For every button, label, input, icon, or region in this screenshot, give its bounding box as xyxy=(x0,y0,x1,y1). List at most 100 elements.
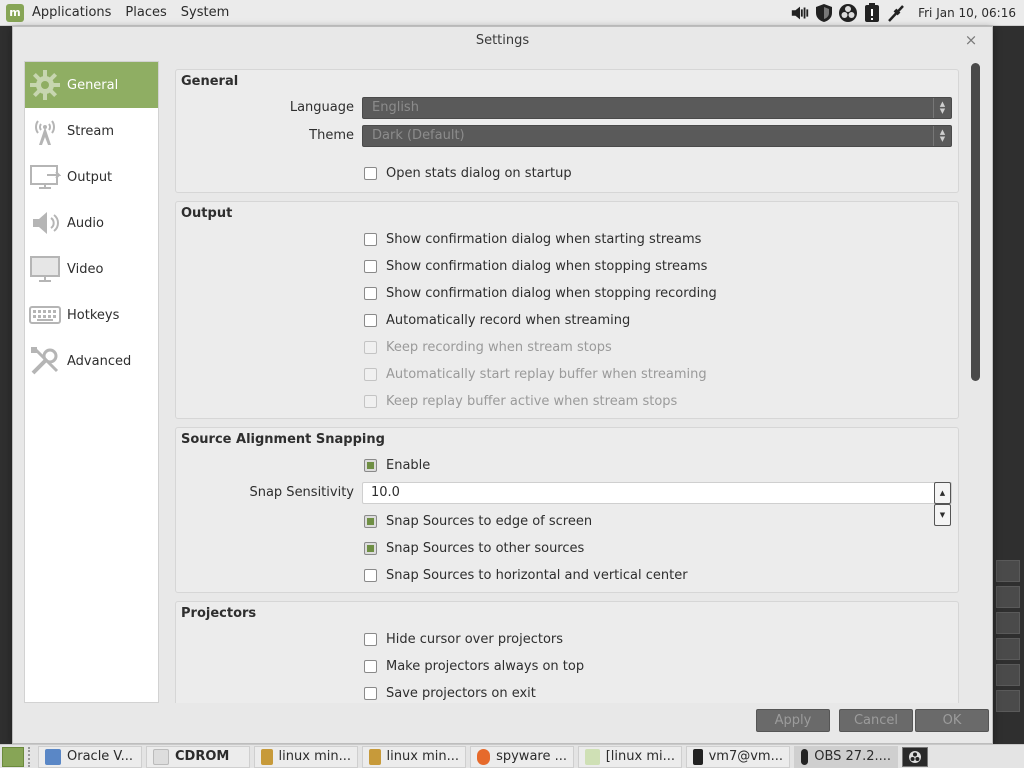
task-terminal[interactable]: vm7@vm... xyxy=(686,745,790,768)
theme-select[interactable]: Dark (Default) ▲ ▼ xyxy=(362,125,952,147)
sidebar-item-video[interactable]: Video xyxy=(25,246,158,292)
terminal-icon xyxy=(693,748,703,765)
task-obs[interactable]: OBS 27.2.... xyxy=(794,745,898,768)
snap-sensitivity-spinbox[interactable]: 10.0 ▲ ▼ xyxy=(362,482,952,526)
checkbox-box[interactable] xyxy=(364,233,377,246)
close-icon[interactable]: × xyxy=(962,31,980,49)
background-window-right xyxy=(992,26,1024,744)
menu-applications[interactable]: Applications xyxy=(32,5,111,20)
speaker-icon xyxy=(27,205,63,241)
mint-menu-icon[interactable]: m xyxy=(6,3,24,22)
shield-icon[interactable] xyxy=(814,3,834,23)
snap-center-checkbox[interactable]: Snap Sources to horizontal and vertical … xyxy=(364,568,688,583)
snapping-group: Source Alignment Snapping Enable Snap Se… xyxy=(175,427,959,593)
snap-other-sources-checkbox[interactable]: Snap Sources to other sources xyxy=(364,541,584,556)
task-label: linux min... xyxy=(278,749,351,764)
checkbox-label: Save projectors on exit xyxy=(386,686,536,701)
content-scrollbar[interactable] xyxy=(971,63,980,381)
task-label: spyware ... xyxy=(496,749,567,764)
checkbox-box[interactable] xyxy=(364,459,377,472)
language-select[interactable]: English ▲ ▼ xyxy=(362,97,952,119)
spin-arrows[interactable]: ▲ ▼ xyxy=(934,482,951,526)
task-label: linux min... xyxy=(386,749,459,764)
settings-content: General Language English ▲ ▼ Theme Dark (… xyxy=(173,61,973,703)
menu-places[interactable]: Places xyxy=(125,5,166,20)
select-arrows-icon: ▲ ▼ xyxy=(933,126,951,146)
checkbox-box[interactable] xyxy=(364,660,377,673)
confirm-start-stream-checkbox[interactable]: Show confirmation dialog when starting s… xyxy=(364,232,701,247)
snap-sensitivity-label: Snap Sensitivity xyxy=(249,485,354,500)
sidebar-item-general[interactable]: General xyxy=(25,62,158,108)
task-cdrom[interactable]: CDROM xyxy=(146,745,250,768)
checkbox-label: Keep recording when stream stops xyxy=(386,340,612,355)
snap-sensitivity-value: 10.0 xyxy=(371,485,400,500)
theme-value: Dark (Default) xyxy=(372,128,465,143)
monitor-out-icon xyxy=(27,159,63,195)
gear-icon xyxy=(27,67,63,103)
confirm-stop-stream-checkbox[interactable]: Show confirmation dialog when stopping s… xyxy=(364,259,707,274)
auto-record-checkbox[interactable]: Automatically record when streaming xyxy=(364,313,630,328)
task-linux-mint-3[interactable]: [linux mi... xyxy=(578,745,682,768)
checkbox-box[interactable] xyxy=(364,167,377,180)
spin-down-icon[interactable]: ▼ xyxy=(934,504,951,526)
task-linux-mint-2[interactable]: linux min... xyxy=(362,745,466,768)
sidebar-item-label: Hotkeys xyxy=(67,307,120,323)
confirm-stop-recording-checkbox[interactable]: Show confirmation dialog when stopping r… xyxy=(364,286,717,301)
show-desktop-icon[interactable] xyxy=(2,746,24,767)
checkbox-label: Enable xyxy=(386,458,431,473)
checkbox-box[interactable] xyxy=(364,687,377,700)
sidebar-item-advanced[interactable]: Advanced xyxy=(25,338,158,384)
checkbox-label: Snap Sources to other sources xyxy=(386,541,585,556)
obs-tray-icon[interactable] xyxy=(838,3,858,23)
background-button xyxy=(996,664,1020,686)
task-oracle-vm[interactable]: Oracle V... xyxy=(38,745,142,768)
menu-system[interactable]: System xyxy=(181,5,229,20)
checkbox-label: Make projectors always on top xyxy=(386,659,585,674)
checkbox-label: Show confirmation dialog when stopping r… xyxy=(386,286,717,301)
background-button xyxy=(996,586,1020,608)
save-projectors-checkbox[interactable]: Save projectors on exit xyxy=(364,686,536,701)
checkbox-box[interactable] xyxy=(364,633,377,646)
virtualbox-icon xyxy=(45,748,61,765)
clock[interactable]: Fri Jan 10, 06:16 xyxy=(918,6,1016,20)
workspace-switcher-icon[interactable] xyxy=(902,746,928,767)
keyboard-icon xyxy=(27,297,63,333)
cancel-button[interactable]: Cancel xyxy=(839,709,913,732)
volume-icon[interactable] xyxy=(790,3,810,23)
sidebar-item-hotkeys[interactable]: Hotkeys xyxy=(25,292,158,338)
checkbox-box[interactable] xyxy=(364,287,377,300)
spin-up-icon[interactable]: ▲ xyxy=(934,482,951,504)
hide-cursor-checkbox[interactable]: Hide cursor over projectors xyxy=(364,632,563,647)
network-icon[interactable] xyxy=(886,3,906,23)
output-group: Output Show confirmation dialog when sta… xyxy=(175,201,959,419)
snap-edge-checkbox[interactable]: Snap Sources to edge of screen xyxy=(364,514,592,529)
system-tray: Fri Jan 10, 06:16 xyxy=(790,0,1016,26)
snapping-enable-checkbox[interactable]: Enable xyxy=(364,458,430,473)
task-spyware[interactable]: spyware ... xyxy=(470,745,574,768)
checkbox-label: Snap Sources to horizontal and vertical … xyxy=(386,568,688,583)
projectors-on-top-checkbox[interactable]: Make projectors always on top xyxy=(364,659,584,674)
ok-button[interactable]: OK xyxy=(915,709,989,732)
sidebar-item-stream[interactable]: Stream xyxy=(25,108,158,154)
theme-label: Theme xyxy=(309,128,354,143)
background-button xyxy=(996,612,1020,634)
checkbox-box[interactable] xyxy=(364,515,377,528)
checkbox-box[interactable] xyxy=(364,569,377,582)
open-stats-checkbox[interactable]: Open stats dialog on startup xyxy=(364,166,572,181)
checkbox-box[interactable] xyxy=(364,260,377,273)
sidebar-item-output[interactable]: Output xyxy=(25,154,158,200)
settings-dialog: Settings × General Stream Output Audio V… xyxy=(12,26,993,744)
apply-button[interactable]: Apply xyxy=(756,709,830,732)
checkbox-box[interactable] xyxy=(364,314,377,327)
sidebar-item-label: Stream xyxy=(67,123,115,139)
checkbox-box[interactable] xyxy=(364,542,377,555)
sidebar-item-label: Audio xyxy=(67,215,104,231)
settings-sidebar: General Stream Output Audio Video Hotkey… xyxy=(24,61,159,703)
update-alert-icon[interactable] xyxy=(862,3,882,23)
checkbox-box xyxy=(364,368,377,381)
sidebar-item-label: Video xyxy=(67,261,104,277)
checkbox-label: Automatically record when streaming xyxy=(386,313,631,328)
sidebar-item-audio[interactable]: Audio xyxy=(25,200,158,246)
task-linux-mint-1[interactable]: linux min... xyxy=(254,745,358,768)
dialog-titlebar[interactable]: Settings × xyxy=(13,27,992,53)
